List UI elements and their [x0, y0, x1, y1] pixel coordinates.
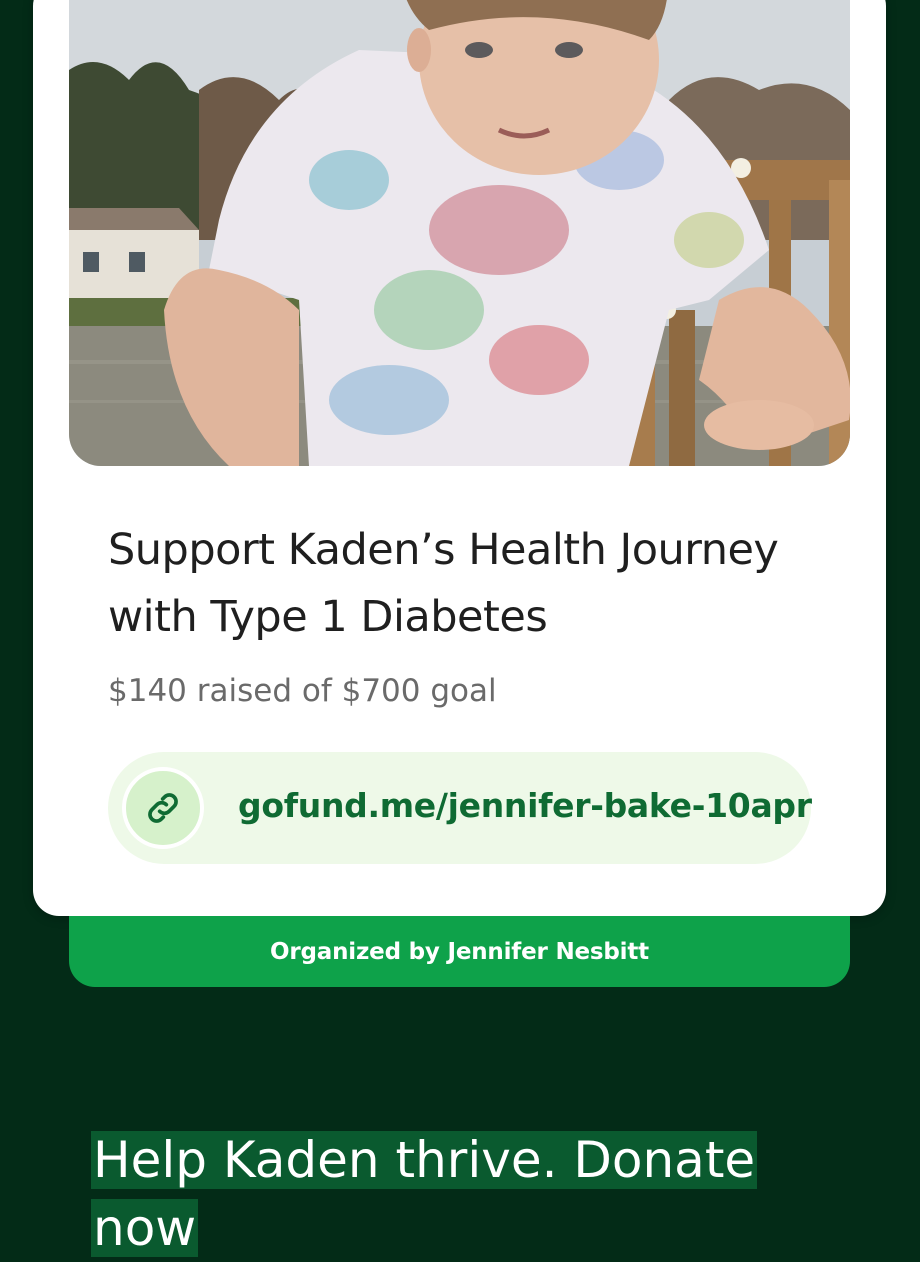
- campaign-link-text[interactable]: gofund.me/jennifer-bake-10apr: [238, 786, 812, 825]
- campaign-photo: [69, 0, 850, 466]
- video-caption: Help Kaden thrive. Donate now: [91, 1126, 791, 1262]
- fundraiser-card[interactable]: Support Kaden’s Health Journey with Type…: [33, 0, 886, 916]
- organizer-banner: Organized by Jennifer Nesbitt: [69, 916, 850, 987]
- campaign-link-button[interactable]: gofund.me/jennifer-bake-10apr: [108, 752, 812, 864]
- link-icon: [122, 767, 204, 849]
- caption-text: Help Kaden thrive. Donate now: [91, 1131, 758, 1257]
- organizer-name: Organized by Jennifer Nesbitt: [270, 938, 649, 965]
- raised-amount: $140 raised of $700 goal: [108, 673, 497, 709]
- campaign-title: Support Kaden’s Health Journey with Type…: [108, 525, 779, 642]
